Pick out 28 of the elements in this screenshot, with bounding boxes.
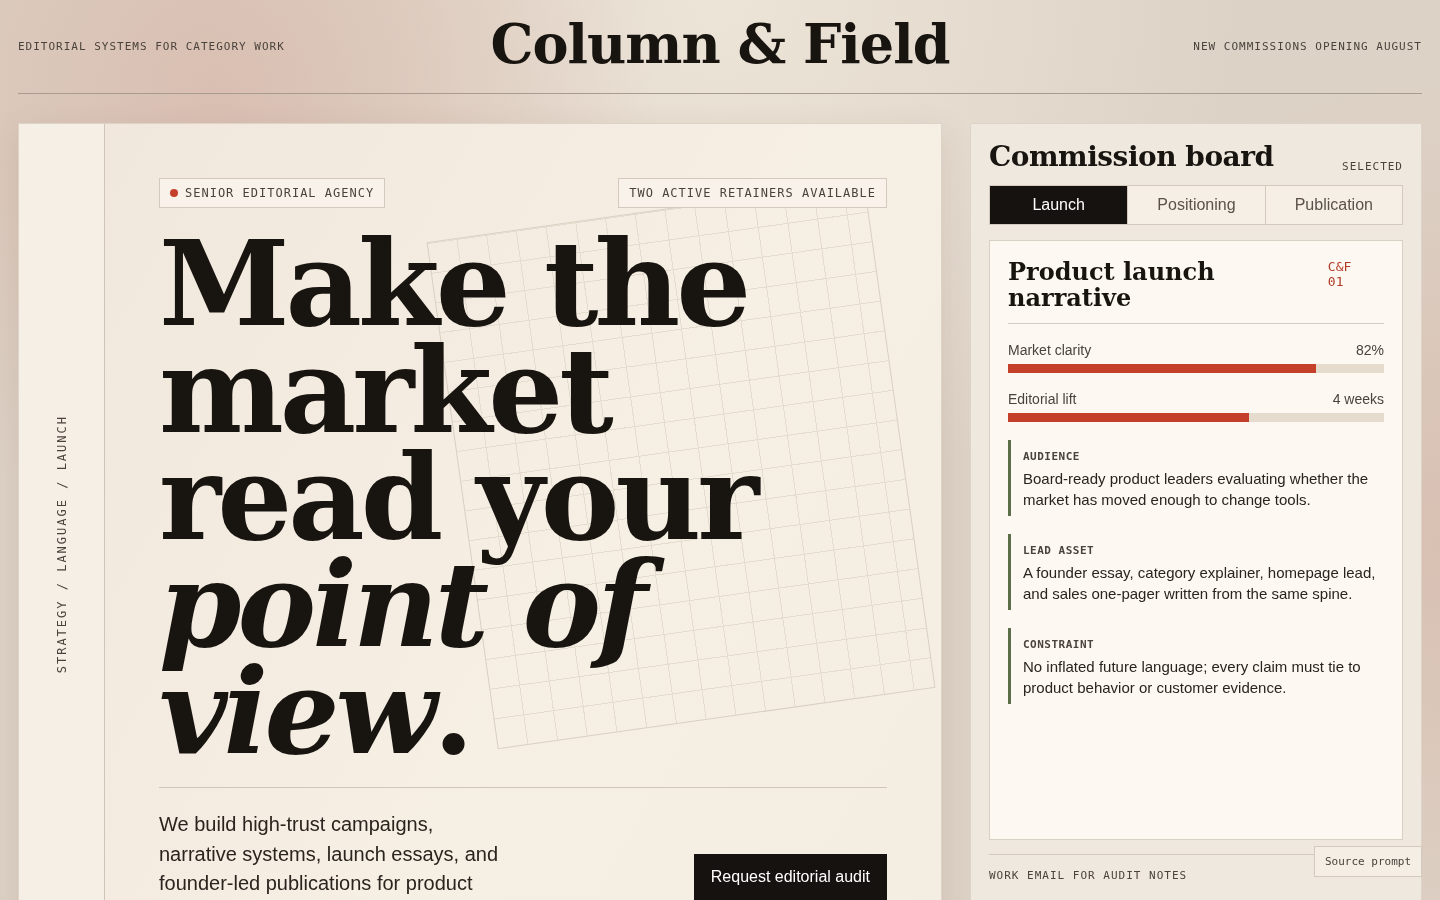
note-label: LEAD ASSET — [1023, 544, 1095, 557]
metric-reading: 4 weeks — [1332, 391, 1384, 407]
note-label: AUDIENCE — [1023, 450, 1080, 463]
tag-label: SENIOR EDITORIAL AGENCY — [159, 178, 386, 208]
board-title: Commission board — [989, 140, 1274, 173]
metric-reading: 82% — [1355, 342, 1384, 358]
rail-label: STRATEGY / LANGUAGE / LAUNCH — [54, 414, 69, 674]
card-code: C&F 01 — [1327, 259, 1353, 291]
brand-logo[interactable]: Column & Field — [490, 12, 950, 76]
note-label: CONSTRAINT — [1023, 638, 1095, 651]
audit-button[interactable]: Request editorial audit — [693, 854, 887, 900]
intro-paragraph: We build high-trust campaigns, narrative systems, launch essays, and founder-led publications for product — [159, 812, 500, 896]
headline: Make the market read your point of view. — [159, 230, 859, 765]
metric-label: Market clarity — [1008, 342, 1092, 358]
notice: NEW COMMISSIONS OPENING AUGUST — [1193, 40, 1422, 53]
card-title: Product launch narrative — [1008, 259, 1216, 311]
tab[interactable]: Publication — [1264, 186, 1402, 224]
tag-label: TWO ACTIVE RETAINERS AVAILABLE — [618, 178, 887, 208]
field-label: WORK EMAIL FOR AUDIT NOTES — [989, 869, 1188, 882]
metric-label: Editorial lift — [1008, 391, 1077, 407]
note-text: A founder essay, category explainer, homepage lead, and sales one-pager written from the same spine. — [1023, 563, 1377, 604]
note-text: Board-ready product leaders evaluating whether the market has moved enough to change tools. — [1023, 469, 1370, 510]
tagline: EDITORIAL SYSTEMS FOR CATEGORY WORK — [18, 40, 285, 53]
tab[interactable]: Launch — [990, 186, 1128, 224]
note-text: No inflated future language; every claim must tie to product behavior or customer evidence. — [1023, 657, 1362, 698]
tab[interactable]: Positioning — [1127, 186, 1265, 224]
status-label: SELECTED — [1342, 160, 1403, 173]
source-button[interactable]: Source prompt — [1313, 846, 1422, 877]
